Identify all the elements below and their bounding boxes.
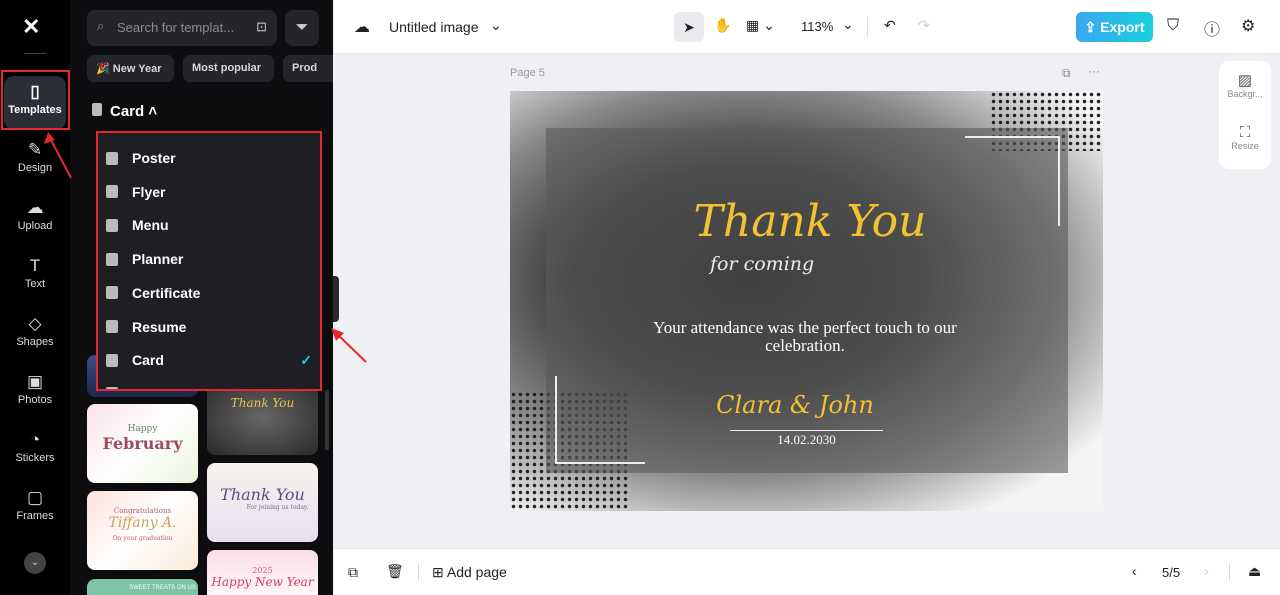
template-thumb[interactable]: Congratulations Tiffany A. On your graduat… [87, 491, 198, 570]
hand-tool-icon[interactable]: ✋ [714, 17, 731, 34]
template-thumb[interactable]: SWEET TREATS ON US [87, 579, 198, 595]
corner-lines [965, 136, 1060, 226]
rail-item-label: Stickers [15, 452, 55, 464]
settings-icon[interactable]: ⚙ [1241, 16, 1255, 36]
card-date[interactable]: 14.02.2030 [730, 432, 883, 448]
next-page-icon: › [1204, 563, 1209, 579]
template-thumb[interactable]: Happy February [87, 404, 198, 483]
annotation-arrows [44, 132, 367, 363]
select-tool[interactable]: ➤ [674, 12, 704, 42]
divider [867, 17, 868, 37]
cloud-icon[interactable]: ☁ [354, 17, 370, 37]
document-title[interactable]: Untitled image [389, 19, 479, 35]
more-options-icon[interactable]: ··· [1088, 64, 1100, 78]
rail-item-stickers[interactable]: ◔ Stickers [4, 424, 66, 478]
design-canvas[interactable]: Thank You for coming Your attendance was… [510, 91, 1103, 511]
page-count: 5/5 [1162, 565, 1181, 580]
trash-icon[interactable]: 🗑 [386, 563, 404, 580]
rail-item-frames[interactable]: ▢ Frames [4, 482, 66, 536]
shield-icon[interactable]: ⛉ [1167, 17, 1179, 35]
divider-line [730, 430, 883, 431]
card-title[interactable]: Thank You [660, 196, 960, 247]
add-page-button[interactable]: ⊞ Add page [432, 564, 507, 581]
redo-icon: ↷ [918, 17, 930, 33]
page-label: Page 5 [510, 67, 545, 79]
undo-icon[interactable]: ↶ [884, 17, 896, 34]
card-message[interactable]: Your attendance was the perfect touch to… [630, 319, 980, 355]
card-subtitle[interactable]: for coming [710, 253, 814, 275]
bottom-toolbar: ⧉ 🗑 ⊞ Add page ‹ 5/5 › ⏏ [334, 548, 1280, 595]
template-thumb[interactable]: Thank You For joining us today. [207, 463, 318, 542]
layers-icon[interactable]: ⏏ [1248, 563, 1261, 580]
side-tools: ▨ Backgr... ⛶ Resize [1219, 61, 1271, 169]
template-thumb[interactable]: 2025 Happy New Year [207, 550, 318, 595]
layout-icon[interactable]: ▦ ⌄ [746, 17, 775, 34]
resize-button[interactable]: ⛶ Resize [1219, 124, 1271, 151]
divider [1229, 563, 1230, 581]
frames-icon: ▢ [26, 488, 44, 507]
card-names[interactable]: Clara & John [710, 391, 880, 419]
rail-item-label: Frames [16, 510, 54, 522]
stickers-icon: ◔ [29, 430, 41, 449]
zoom-level[interactable]: 113% [801, 19, 833, 34]
chevron-down-icon[interactable]: ⌄ [490, 17, 502, 34]
prev-page-icon[interactable]: ‹ [1132, 563, 1137, 579]
collapse-button[interactable]: ⌄ [24, 552, 46, 574]
zoom-chevron-icon[interactable]: ⌄ [842, 16, 854, 33]
help-icon[interactable]: ⓘ [1204, 16, 1220, 40]
export-button[interactable]: ⇪ Export [1076, 12, 1153, 42]
duplicate-icon[interactable]: ⧉ [348, 564, 358, 581]
resize-icon: ⛶ [1239, 124, 1251, 141]
corner-lines [555, 376, 645, 464]
divider [418, 563, 419, 581]
background-button[interactable]: ▨ Backgr... [1219, 71, 1271, 99]
background-icon: ▨ [1237, 72, 1253, 89]
top-toolbar: ☁ Untitled image ⌄ ➤ ✋ ▦ ⌄ 113% ⌄ ↶ ↷ ⇪ … [334, 0, 1280, 54]
duplicate-page-icon[interactable]: ⧉ [1062, 66, 1071, 81]
